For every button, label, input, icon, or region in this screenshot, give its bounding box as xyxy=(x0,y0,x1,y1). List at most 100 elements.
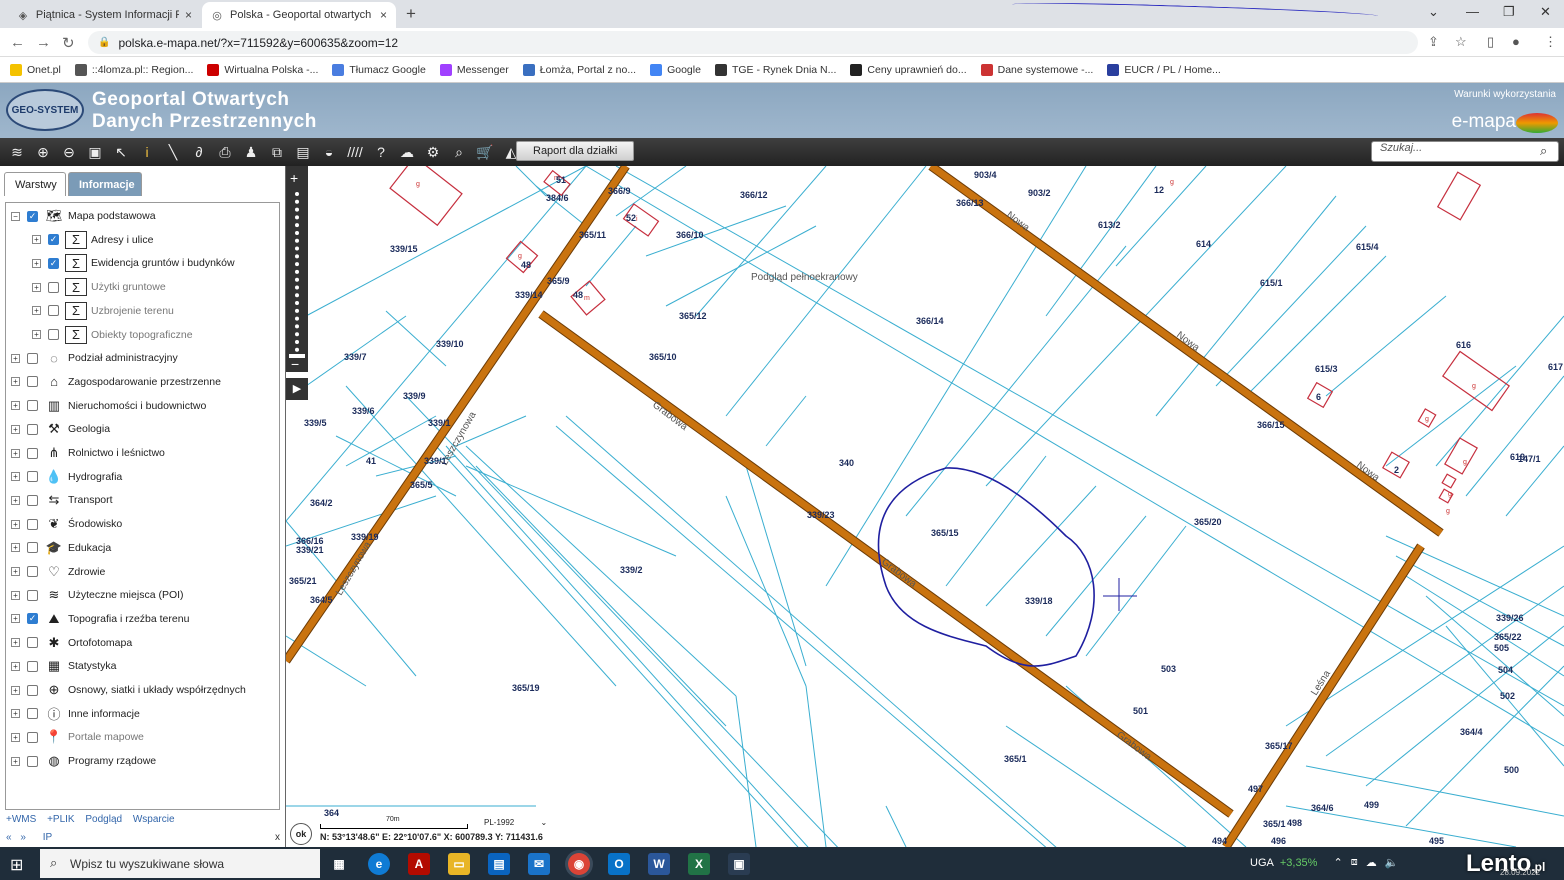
search-map-icon[interactable]: ⌕ xyxy=(446,141,472,163)
layer-checkbox[interactable] xyxy=(27,566,38,577)
bookmark-item[interactable]: EUCR / PL / Home... xyxy=(1107,63,1221,76)
layer-checkbox[interactable] xyxy=(27,352,38,364)
expand-icon[interactable]: + xyxy=(32,235,41,245)
close-window-icon[interactable]: ✕ xyxy=(1540,4,1551,20)
layer-label[interactable]: Osnowy, siatki i układy współrzędnych xyxy=(68,684,246,696)
layer-label[interactable]: Zagospodarowanie przestrzenne xyxy=(68,376,221,388)
bookmark-item[interactable]: Wirtualna Polska -... xyxy=(207,63,318,76)
layer-label[interactable]: Rolnictwo i leśnictwo xyxy=(68,447,165,459)
layer-label[interactable]: Użyteczne miejsca (POI) xyxy=(68,589,184,601)
forward-icon[interactable]: → xyxy=(36,34,51,51)
bookmark-item[interactable]: Google xyxy=(650,63,701,76)
layer-checkbox[interactable] xyxy=(27,542,38,554)
support-link[interactable]: Wsparcie xyxy=(133,814,175,825)
layer-label[interactable]: Edukacja xyxy=(68,542,111,554)
star-icon[interactable]: ☆ xyxy=(1455,34,1467,50)
layer-label[interactable]: Nieruchomości i budownictwo xyxy=(68,400,206,412)
expand-icon[interactable]: + xyxy=(11,590,20,600)
prev-icon[interactable]: « xyxy=(6,832,12,843)
zoom-minus-icon[interactable]: − xyxy=(291,356,299,372)
layer-label[interactable]: Ewidencja gruntów i budynków xyxy=(91,257,235,269)
layer-checkbox[interactable] xyxy=(27,471,38,483)
expand-icon[interactable]: + xyxy=(11,495,20,505)
expand-icon[interactable]: + xyxy=(11,401,20,411)
crs-select[interactable]: PL-1992 ⌄ xyxy=(484,818,547,827)
network-icon[interactable]: ⧈ xyxy=(1351,856,1358,869)
info-tool-icon[interactable]: i xyxy=(134,141,160,163)
file-link[interactable]: +PLIK xyxy=(47,814,75,825)
expand-icon[interactable]: + xyxy=(11,353,20,363)
ok-button[interactable]: ok xyxy=(290,823,312,845)
expand-icon[interactable]: + xyxy=(11,377,20,387)
layer-label[interactable]: Adresy i ulice xyxy=(91,234,153,246)
layer-label[interactable]: Środowisko xyxy=(68,518,122,530)
minimize-icon[interactable]: — xyxy=(1466,4,1479,19)
help-icon[interactable]: ? xyxy=(368,141,394,163)
layer-label[interactable]: Statystyka xyxy=(68,660,116,672)
layer-checkbox[interactable] xyxy=(27,376,38,388)
search-icon[interactable]: ⌕ xyxy=(1540,143,1547,159)
layer-checkbox[interactable] xyxy=(27,660,38,672)
zoom-slider[interactable]: + − xyxy=(286,166,308,372)
layer-label[interactable]: Mapa podstawowa xyxy=(68,210,156,222)
excel-icon[interactable]: X xyxy=(688,853,710,875)
zoom-extent-icon[interactable]: ▣ xyxy=(82,141,108,163)
menu-icon[interactable]: ⋮ xyxy=(1544,34,1557,50)
taskbar-search-input[interactable]: ⌕ Wpisz tu wyszukiwane słowa xyxy=(40,849,320,878)
close-icon[interactable]: × xyxy=(380,8,387,22)
chrome-icon[interactable]: ◉ xyxy=(568,853,590,875)
close-icon[interactable]: × xyxy=(185,8,192,22)
layer-checkbox[interactable] xyxy=(27,708,38,720)
layer-label[interactable]: Uzbrojenie terenu xyxy=(91,305,174,317)
layer-label[interactable]: Programy rządowe xyxy=(68,755,156,767)
layers-tool-icon[interactable]: ≋ xyxy=(4,141,30,163)
edge-icon[interactable]: e xyxy=(368,853,390,875)
layer-label[interactable]: Portale mapowe xyxy=(68,731,144,743)
split-icon[interactable]: ▤ xyxy=(290,141,316,163)
zoom-out-icon[interactable]: ⊖ xyxy=(56,141,82,163)
next-icon[interactable]: » xyxy=(20,832,26,843)
streetview-icon[interactable]: ♟ xyxy=(238,141,264,163)
layer-checkbox[interactable] xyxy=(27,637,38,649)
expand-icon[interactable]: + xyxy=(11,638,20,648)
expand-icon[interactable]: + xyxy=(11,543,20,553)
cloud-icon[interactable]: ☁ xyxy=(1366,856,1377,869)
layer-label[interactable]: Hydrografia xyxy=(68,471,122,483)
expand-icon[interactable]: + xyxy=(11,472,20,482)
zoom-track[interactable] xyxy=(295,192,299,352)
compare-icon[interactable]: ⧉ xyxy=(264,141,290,163)
layer-checkbox[interactable] xyxy=(48,329,59,340)
outlook-icon[interactable]: O xyxy=(608,853,630,875)
layer-label[interactable]: Topografia i rzeźba terenu xyxy=(68,613,189,625)
bookmark-item[interactable]: Dane systemowe -... xyxy=(980,63,1093,76)
expand-icon[interactable]: + xyxy=(11,424,20,434)
reload-icon[interactable]: ↻ xyxy=(62,34,75,52)
layer-label[interactable]: Użytki gruntowe xyxy=(91,281,166,293)
upload-icon[interactable]: ☁ xyxy=(394,141,420,163)
expand-icon[interactable]: + xyxy=(11,661,20,671)
layer-label[interactable]: Zdrowie xyxy=(68,566,105,578)
layer-checkbox[interactable] xyxy=(27,518,38,530)
bookmark-item[interactable]: Messenger xyxy=(439,63,509,76)
url-input[interactable]: 🔒 polska.e-mapa.net/?x=711592&y=600635&z… xyxy=(88,31,1418,54)
expand-icon[interactable]: − xyxy=(11,211,20,221)
volume-icon[interactable]: 🔈 xyxy=(1385,856,1399,869)
expand-icon[interactable]: + xyxy=(11,709,20,719)
expand-icon[interactable]: + xyxy=(11,732,20,742)
layer-label[interactable]: Transport xyxy=(68,494,113,506)
windows-start-icon[interactable]: ⊞ xyxy=(10,855,23,875)
expand-icon[interactable]: + xyxy=(32,330,41,339)
layer-checkbox[interactable]: ✓ xyxy=(48,234,59,246)
mail-icon[interactable]: ✉ xyxy=(528,853,550,875)
layer-checkbox[interactable] xyxy=(27,589,38,601)
app-icon[interactable]: ▣ xyxy=(728,853,750,875)
layer-checkbox[interactable] xyxy=(27,447,38,459)
expand-icon[interactable]: + xyxy=(11,614,20,624)
print-icon[interactable]: ⎙ xyxy=(212,141,238,163)
layer-checkbox[interactable]: ✓ xyxy=(27,613,38,625)
expand-icon[interactable]: + xyxy=(32,258,41,268)
layer-checkbox[interactable] xyxy=(27,684,38,696)
expand-icon[interactable]: + xyxy=(11,756,20,766)
layer-checkbox[interactable] xyxy=(48,305,59,317)
chevron-down-icon[interactable]: ⌄ xyxy=(1428,4,1439,20)
